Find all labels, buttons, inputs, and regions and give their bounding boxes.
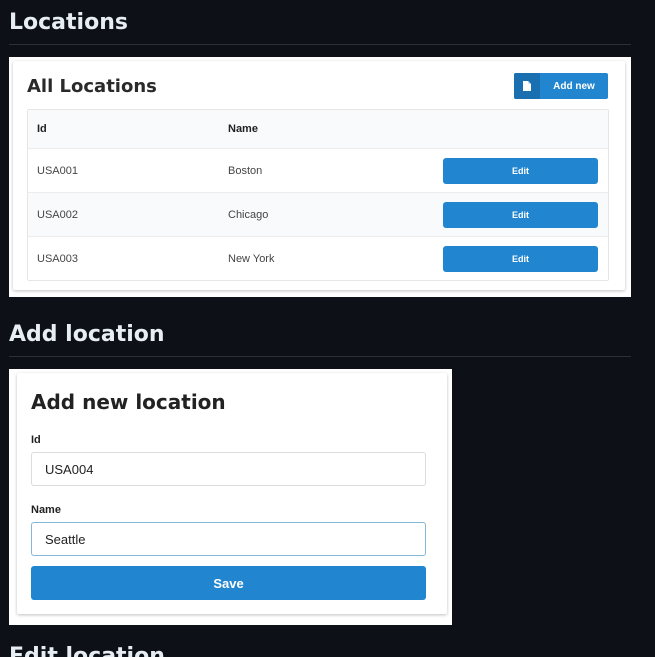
add-location-title: Add new location	[31, 390, 226, 414]
cell-id: USA001	[37, 164, 78, 177]
section-heading-add-location: Add location	[9, 322, 165, 347]
cell-action: Edit	[443, 149, 598, 192]
file-icon	[514, 73, 540, 99]
cell-action: Edit	[443, 193, 598, 236]
cell-name: New York	[228, 252, 275, 265]
edit-button[interactable]: Edit	[443, 157, 598, 184]
cell-id: USA002	[37, 208, 78, 221]
add-new-label: Add new	[553, 80, 595, 92]
edit-button[interactable]: Edit	[443, 201, 598, 228]
locations-table: Id Name USA001 Boston Edit USA002 Chicag…	[27, 109, 609, 281]
add-location-card: Add new location Id Name Save	[17, 373, 447, 614]
section-heading-locations: Locations	[9, 10, 128, 35]
cell-name: Chicago	[228, 208, 269, 221]
section-heading-edit-location: Edit location	[9, 644, 165, 657]
locations-screenshot: All Locations Add new Id Name USA001 Bos…	[9, 57, 631, 297]
add-new-button[interactable]: Add new	[514, 73, 608, 99]
id-label: Id	[31, 434, 41, 446]
table-header-row: Id Name	[28, 110, 608, 148]
table-row: USA002 Chicago Edit	[28, 192, 608, 236]
edit-button[interactable]: Edit	[443, 245, 598, 272]
name-label: Name	[31, 504, 61, 516]
table-row: USA001 Boston Edit	[28, 148, 608, 192]
cell-action: Edit	[443, 237, 598, 280]
page: Locations All Locations Add new Id Name	[0, 0, 655, 657]
id-input[interactable]	[31, 452, 426, 486]
section-divider	[9, 356, 631, 357]
all-locations-card: All Locations Add new Id Name USA001 Bos…	[13, 61, 625, 290]
name-input[interactable]	[31, 522, 426, 556]
save-button[interactable]: Save	[31, 566, 426, 600]
column-header-name: Name	[228, 123, 258, 135]
table-row: USA003 New York Edit	[28, 236, 608, 280]
cell-name: Boston	[228, 164, 263, 177]
cell-id: USA003	[37, 252, 78, 265]
section-divider	[9, 44, 631, 45]
column-header-id: Id	[37, 123, 47, 135]
add-location-screenshot: Add new location Id Name Save	[9, 369, 452, 625]
all-locations-title: All Locations	[27, 76, 157, 97]
